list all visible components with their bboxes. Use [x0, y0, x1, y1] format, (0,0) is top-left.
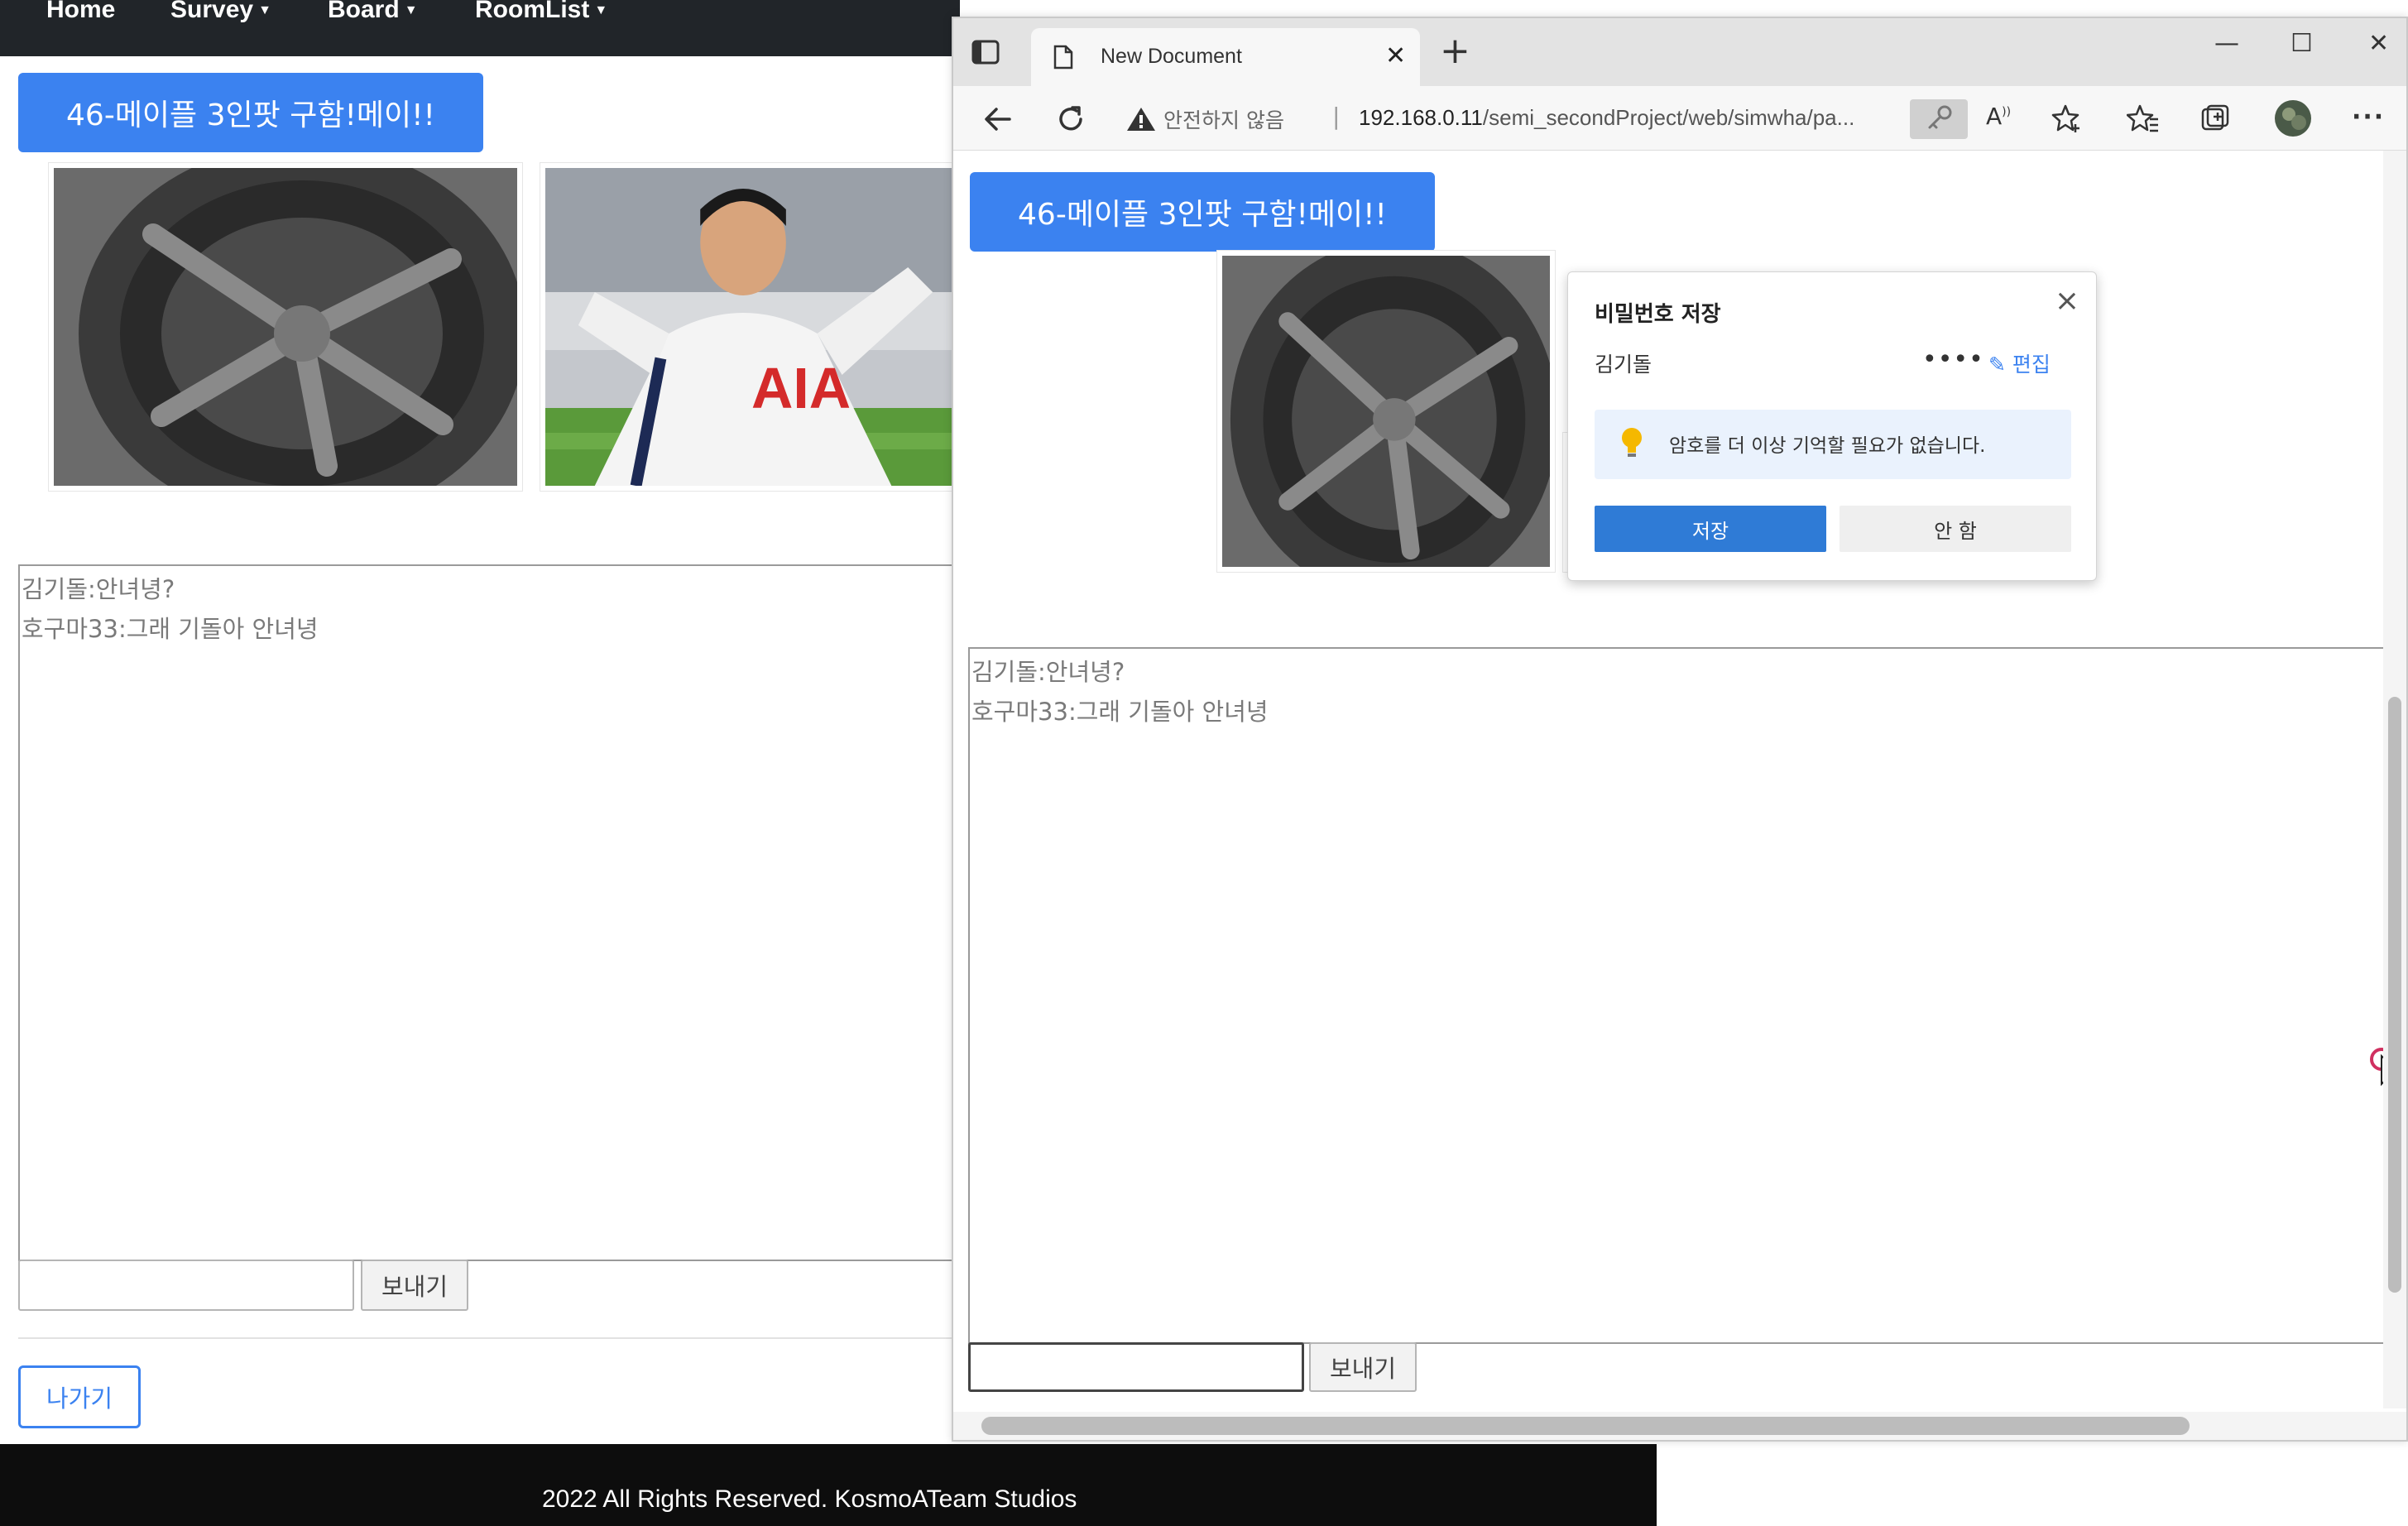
footer-text: 2022 All Rights Reserved. KosmoATeam Stu…: [542, 1485, 1077, 1513]
tab-strip: New Document ✕ + — ☐ ✕: [953, 18, 2406, 86]
helmet-image: [48, 162, 523, 492]
url-text[interactable]: 192.168.0.11/semi_secondProject/web/simw…: [1359, 105, 1888, 131]
send-button-label: 보내기: [381, 1273, 449, 1301]
tab-title: New Document: [1101, 45, 1242, 68]
minimize-icon[interactable]: —: [2214, 31, 2239, 56]
chat-log[interactable]: 김기돌:안녀녕? 호구마33:그래 기돌아 안녀녕: [18, 564, 962, 1261]
close-window-icon[interactable]: ✕: [2368, 31, 2389, 56]
nav-roomlist[interactable]: RoomList ▼: [475, 0, 607, 25]
back-arrow-icon[interactable]: [981, 103, 1015, 136]
browser-toolbar: 안전하지 않음 | 192.168.0.11/semi_secondProjec…: [953, 86, 2406, 151]
popup-info-box: 암호를 더 이상 기억할 필요가 없습니다.: [1595, 410, 2071, 479]
never-save-label: 안 함: [1934, 519, 1977, 543]
more-icon[interactable]: ···: [2352, 103, 2385, 136]
profile-avatar-icon[interactable]: [2274, 99, 2312, 137]
save-password-popup: 비밀번호 저장 × 김기돌 •••• ✎ 편집 암호를 더 이상 기억할 필요가…: [1567, 271, 2097, 581]
horizontal-scroll-thumb[interactable]: [981, 1417, 2190, 1435]
never-save-button[interactable]: 안 함: [1840, 506, 2071, 552]
tab-actions-icon[interactable]: [971, 40, 1000, 65]
top-navbar: Home Survey ▼ Board ▼ RoomList ▼: [0, 0, 960, 56]
refresh-icon[interactable]: [1054, 103, 1087, 136]
chat-message: 김기돌:안녀녕?: [971, 658, 1125, 686]
warning-icon: [1127, 108, 1155, 131]
send-button[interactable]: 보내기: [1309, 1342, 1417, 1392]
footer: 2022 All Rights Reserved. KosmoATeam Stu…: [0, 1444, 1657, 1526]
send-button-label: 보내기: [1329, 1355, 1397, 1383]
nav-survey[interactable]: Survey ▼: [170, 0, 271, 25]
url-path: /semi_secondProject/web/simwha/pa...: [1482, 105, 1855, 130]
nav-home[interactable]: Home: [46, 0, 115, 25]
message-input[interactable]: [968, 1342, 1304, 1392]
address-separator: |: [1332, 103, 1341, 130]
pencil-icon: ✎: [1988, 353, 2006, 377]
room-title-button[interactable]: 46-메이플 3인팟 구함!메이!!: [18, 73, 483, 152]
popup-username: 김기돌: [1595, 353, 1653, 377]
document-icon: [1053, 45, 1073, 70]
nav-board[interactable]: Board ▼: [328, 0, 418, 25]
popup-info-text: 암호를 더 이상 기억할 필요가 없습니다.: [1669, 435, 1986, 457]
caret-down-icon: ▼: [404, 3, 418, 18]
horizontal-scrollbar[interactable]: [953, 1412, 2406, 1440]
close-icon[interactable]: ×: [2055, 284, 2079, 318]
nav-home-label: Home: [46, 0, 116, 23]
caret-down-icon: ▼: [594, 3, 608, 18]
read-aloud-icon[interactable]: A)): [1986, 103, 2019, 136]
chat-log[interactable]: 김기돌:안녀녕? 호구마33:그래 기돌아 안녀녕: [968, 647, 2385, 1344]
favorites-icon[interactable]: [2127, 103, 2160, 136]
close-icon[interactable]: ✕: [1385, 41, 1406, 70]
room-title-button[interactable]: 46-메이플 3인팟 구함!메이!!: [970, 172, 1435, 252]
browser-window: New Document ✕ + — ☐ ✕ 안전하지 않음 | 192.168…: [952, 17, 2408, 1442]
svg-text:AIA: AIA: [751, 356, 851, 420]
url-host: 192.168.0.11: [1359, 105, 1483, 130]
message-input[interactable]: [18, 1260, 354, 1311]
vertical-scroll-thumb[interactable]: [2388, 697, 2401, 1293]
maximize-icon[interactable]: ☐: [2290, 31, 2313, 56]
collections-icon[interactable]: [2199, 103, 2233, 136]
popup-title: 비밀번호 저장: [1595, 302, 1721, 327]
send-button[interactable]: 보내기: [361, 1260, 468, 1311]
nav-board-label: Board: [328, 0, 400, 23]
divider: [18, 1337, 960, 1339]
tab-new-document[interactable]: New Document ✕: [1031, 28, 1420, 86]
popup-password-mask: ••••: [1922, 345, 1984, 374]
page-content: 46-메이플 3인팟 구함!메이!! 김기돌:안녀녕? 호구마33:그래 기돌아…: [953, 151, 2406, 1425]
exit-button[interactable]: 나가기: [18, 1365, 141, 1428]
room-title-label: 46-메이플 3인팟 구함!메이!!: [1018, 198, 1387, 232]
edit-link[interactable]: ✎ 편집: [1988, 348, 2051, 378]
room-title-label: 46-메이플 3인팟 구함!메이!!: [66, 98, 435, 132]
chat-message: 호구마33:그래 기돌아 안녀녕: [22, 615, 319, 643]
nav-survey-label: Survey: [170, 0, 254, 23]
chat-message: 김기돌:안녀녕?: [22, 575, 175, 603]
edit-label: 편집: [2012, 353, 2051, 377]
helmet-image: [1216, 250, 1556, 573]
chat-message: 호구마33:그래 기돌아 안녀녕: [971, 698, 1269, 726]
save-password-label: 저장: [1691, 519, 1729, 543]
address-bar[interactable]: 안전하지 않음 | 192.168.0.11/semi_secondProjec…: [1119, 96, 1968, 141]
save-password-button[interactable]: 저장: [1595, 506, 1826, 552]
lightbulb-icon: [1622, 428, 1642, 457]
add-favorite-icon[interactable]: [2051, 103, 2084, 136]
key-icon[interactable]: [1910, 99, 1968, 139]
football-player-image: AIA: [540, 162, 970, 492]
vertical-scrollbar[interactable]: [2383, 151, 2406, 1408]
exit-button-label: 나가기: [46, 1384, 113, 1413]
caret-down-icon: ▼: [258, 3, 271, 18]
nav-roomlist-label: RoomList: [475, 0, 590, 23]
security-label[interactable]: 안전하지 않음: [1163, 104, 1284, 134]
plus-icon[interactable]: +: [1440, 33, 1470, 70]
